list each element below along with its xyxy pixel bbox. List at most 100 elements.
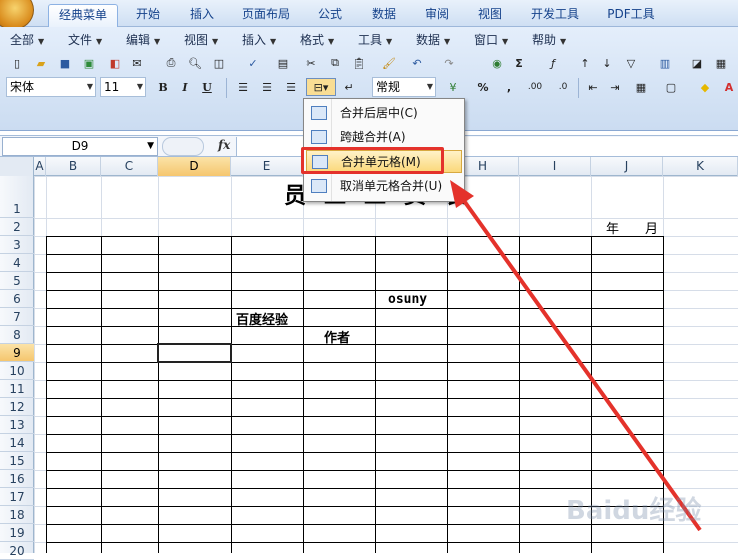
tab-view[interactable]: 视图 [466,4,514,27]
bold-button[interactable]: B [154,78,172,96]
tab-data[interactable]: 数据 [360,4,408,27]
row-header-5[interactable]: 5 [0,272,34,290]
open-folder-icon[interactable]: ▰ [32,54,50,72]
merge-cells-button[interactable]: ⊟▾ [306,78,336,96]
increase-indent-icon[interactable]: ⇥ [606,78,624,96]
menu-file[interactable]: 文件 ▼ [68,31,102,49]
name-box[interactable]: D9 ▼ [2,137,158,156]
menu-item-merge-center[interactable]: 合并后居中(C) [306,102,462,125]
formula-cancel-enter-buttons[interactable] [162,137,204,156]
menu-help[interactable]: 帮助 ▼ [532,31,566,49]
tab-insert[interactable]: 插入 [178,4,226,27]
column-header-I[interactable]: I [519,157,591,176]
column-header-B[interactable]: B [46,157,101,176]
increase-decimal-icon[interactable]: .00 [522,78,548,96]
tab-formulas[interactable]: 公式 [306,4,354,27]
row-header-17[interactable]: 17 [0,488,34,506]
cut-icon[interactable]: ✂ [302,54,320,72]
copy-icon[interactable]: ⧉ [326,54,344,72]
tab-review[interactable]: 审阅 [413,4,461,27]
column-header-E[interactable]: E [231,157,303,176]
row-header-10[interactable]: 10 [0,362,34,380]
menu-format[interactable]: 格式 ▼ [300,31,334,49]
row-header-18[interactable]: 18 [0,506,34,524]
font-size-dropdown[interactable]: 11 ▼ [100,77,146,97]
row-header-14[interactable]: 14 [0,434,34,452]
menu-window[interactable]: 窗口 ▼ [474,31,508,49]
tab-developer[interactable]: 开发工具 [522,4,588,27]
excel-icon[interactable]: ▣ [80,54,98,72]
row-header-12[interactable]: 12 [0,398,34,416]
row-header-4[interactable]: 4 [0,254,34,272]
cell-g6[interactable]: osuny [388,292,427,307]
decrease-indent-icon[interactable]: ⇤ [584,78,602,96]
research-icon[interactable]: ◫ [210,54,228,72]
fill-color-icon[interactable]: ◆ [696,78,714,96]
row-header-11[interactable]: 11 [0,380,34,398]
menu-edit[interactable]: 编辑 ▼ [126,31,160,49]
tab-page-layout[interactable]: 页面布局 [234,4,298,27]
row-header-1[interactable]: 1 [0,176,34,218]
row-header-9[interactable]: 9 [0,344,34,362]
row-header-15[interactable]: 15 [0,452,34,470]
drawing-icon[interactable]: ◪ [688,54,706,72]
underline-button[interactable]: U [198,78,216,96]
sort-ascending-icon[interactable]: ↑ [576,54,594,72]
print-preview-icon[interactable]: 🔍︎ [186,54,204,72]
row-header-13[interactable]: 13 [0,416,34,434]
autosum-icon[interactable]: Σ [510,54,528,72]
tab-pdf-tools[interactable]: PDF工具 [600,4,662,27]
chart-icon[interactable]: ▥ [656,54,674,72]
paste-icon[interactable]: 📋︎ [350,54,368,72]
percent-button[interactable]: % [474,78,492,96]
year-month-label[interactable]: 年 月 [606,218,658,237]
save-icon[interactable]: ■ [56,54,74,72]
font-color-icon[interactable]: A [720,78,738,96]
column-header-A[interactable]: A [34,157,46,176]
insert-function-fx-icon[interactable]: fx [218,138,230,152]
align-center-icon[interactable]: ☰ [258,78,276,96]
format-painter-icon[interactable]: 🖌︎ [380,54,398,72]
tab-home[interactable]: 开始 [124,4,172,27]
cell-e7[interactable]: 百度经验 [236,309,288,328]
row-header-7[interactable]: 7 [0,308,34,326]
row-header-3[interactable]: 3 [0,236,34,254]
font-name-dropdown[interactable]: 宋体 ▼ [6,77,96,97]
row-header-2[interactable]: 2 [0,218,34,236]
row-header-19[interactable]: 19 [0,524,34,542]
row-header-6[interactable]: 6 [0,290,34,308]
hyperlink-icon[interactable]: ◉ [488,54,506,72]
cell-f8[interactable]: 作者 [324,327,350,346]
undo-icon[interactable]: ↶ [408,54,426,72]
column-header-C[interactable]: C [101,157,158,176]
number-format-dropdown[interactable]: 常规 ▼ [372,77,436,97]
currency-icon[interactable]: ¥ [444,78,462,96]
borders-icon[interactable]: ▦ [632,78,650,96]
column-header-D[interactable]: D [158,157,231,176]
office-button[interactable] [0,0,34,30]
active-cell-d9[interactable] [157,343,232,363]
column-header-J[interactable]: J [591,157,663,176]
menu-all[interactable]: 全部 ▼ [10,31,44,49]
align-right-icon[interactable]: ☰ [282,78,300,96]
menu-item-merge-across[interactable]: 跨越合并(A) [306,126,462,149]
wrap-text-icon[interactable]: ↵ [340,78,358,96]
menu-view[interactable]: 视图 ▼ [184,31,218,49]
research-book-icon[interactable]: ▤ [274,54,292,72]
email-icon[interactable]: ✉ [128,54,146,72]
menu-tools[interactable]: 工具 ▼ [358,31,392,49]
menu-data[interactable]: 数据 ▼ [416,31,450,49]
menu-item-unmerge[interactable]: 取消单元格合并(U) [306,175,462,198]
row-header-20[interactable]: 20 [0,542,34,560]
select-all-corner[interactable] [0,157,34,176]
insert-function-icon[interactable]: ƒ [544,54,562,72]
permission-icon[interactable]: ◧ [106,54,124,72]
comma-button[interactable]: , [500,78,518,96]
border-icon[interactable]: ▢ [662,78,680,96]
filter-icon[interactable]: ▽ [622,54,640,72]
italic-button[interactable]: I [176,78,194,96]
zoom-icon[interactable]: ▦ [712,54,730,72]
sort-descending-icon[interactable]: ↓ [598,54,616,72]
column-header-K[interactable]: K [663,157,738,176]
menu-insert[interactable]: 插入 ▼ [242,31,276,49]
